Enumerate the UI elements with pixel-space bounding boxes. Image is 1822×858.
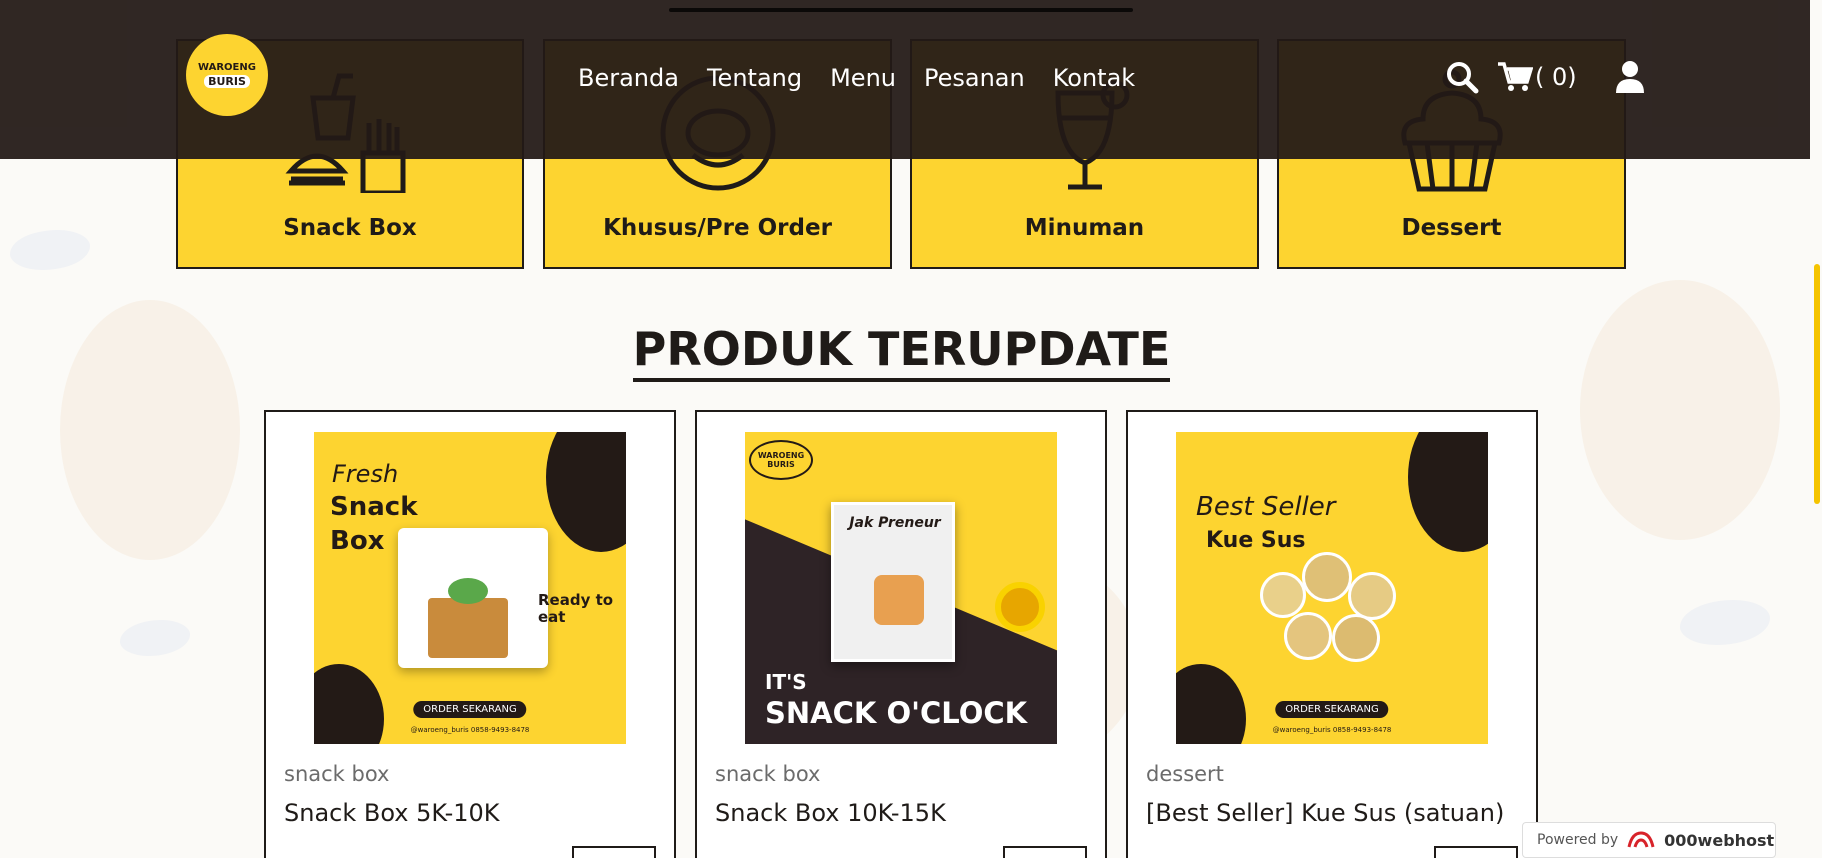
search-icon[interactable] [1445, 60, 1479, 94]
image-text: ORDER SEKARANG [413, 701, 527, 718]
product-image[interactable]: Fresh Snack Box Ready to eat ORDER SEKAR… [314, 432, 626, 744]
image-text: @waroeng_buris 0858-9493-8478 [410, 726, 530, 734]
image-text: SNACK O'CLOCK [765, 696, 1028, 730]
powered-brand: 000webhost [1664, 830, 1775, 850]
product-button[interactable] [1434, 846, 1518, 858]
section-title: PRODUK TERUPDATE [0, 322, 1803, 382]
snack-box-photo: Jak Preneur [831, 502, 955, 662]
image-text: Kue Sus [1206, 528, 1306, 553]
cart-icon [1498, 62, 1533, 91]
product-category: snack box [284, 762, 390, 786]
image-text: ORDER SEKARANG [1275, 701, 1389, 718]
site-logo[interactable]: WAROENG BURIS [186, 34, 268, 116]
user-icon[interactable] [1615, 60, 1645, 94]
nav-kontak[interactable]: Kontak [1053, 64, 1135, 92]
product-button[interactable] [1003, 846, 1087, 858]
product-card[interactable]: Best Seller Kue Sus ORDER SEKARANG @waro… [1126, 410, 1538, 858]
image-text: @waroeng_buris 0858-9493-8478 [1272, 726, 1392, 734]
snack-box-photo [398, 528, 548, 668]
nav-beranda[interactable]: Beranda [578, 64, 679, 92]
image-text: Fresh [332, 460, 399, 488]
product-card[interactable]: Fresh Snack Box Ready to eat ORDER SEKAR… [264, 410, 676, 858]
product-name[interactable]: Snack Box 10K-15K [715, 799, 946, 827]
bg-blob [1580, 280, 1780, 540]
product-category: dessert [1146, 762, 1224, 786]
sunflower-shape [995, 582, 1045, 632]
image-text: Best Seller [1196, 492, 1336, 522]
nav-tentang[interactable]: Tentang [707, 64, 802, 92]
image-text: IT'S [765, 670, 807, 694]
image-shape [546, 432, 626, 552]
product-category: snack box [715, 762, 821, 786]
product-card[interactable]: WAROENG BURIS Jak Preneur IT'S SNACK O'C… [695, 410, 1107, 858]
bg-leaf [10, 230, 90, 270]
product-image[interactable]: Best Seller Kue Sus ORDER SEKARANG @waro… [1176, 432, 1488, 744]
bg-leaf [1680, 600, 1770, 645]
category-label: Khusus/Pre Order [603, 215, 832, 241]
webhost-logo-icon [1627, 831, 1655, 848]
header-actions: ( 0) [1445, 60, 1645, 94]
nav-pesanan[interactable]: Pesanan [924, 64, 1025, 92]
product-image[interactable]: WAROENG BURIS Jak Preneur IT'S SNACK O'C… [745, 432, 1057, 744]
site-header: WAROENG BURIS Beranda Tentang Menu Pesan… [0, 0, 1810, 159]
cart-button[interactable]: ( 0) [1497, 61, 1577, 93]
nav-menu[interactable]: Menu [830, 64, 896, 92]
image-text: Ready to eat [538, 591, 614, 626]
product-name[interactable]: [Best Seller] Kue Sus (satuan) [1146, 799, 1504, 827]
image-text: BURIS [767, 460, 795, 469]
image-shape [1408, 432, 1488, 552]
image-logo: WAROENG BURIS [749, 440, 813, 480]
section-title-text: PRODUK TERUPDATE [632, 322, 1171, 382]
cart-count: ( 0) [1535, 63, 1577, 91]
main-nav: Beranda Tentang Menu Pesanan Kontak [578, 64, 1135, 92]
image-text: Snack [330, 492, 418, 522]
logo-text: WAROENG [198, 62, 256, 73]
product-button[interactable] [572, 846, 656, 858]
top-divider [669, 8, 1133, 12]
kue-sus-photo [1260, 552, 1410, 670]
bg-leaf [120, 620, 190, 656]
category-label: Minuman [1024, 215, 1145, 241]
logo-text: BURIS [204, 75, 250, 88]
image-text: WAROENG [757, 451, 805, 460]
image-text: Box [330, 526, 385, 556]
powered-by-badge[interactable]: Powered by 000webhost [1522, 822, 1776, 858]
product-name[interactable]: Snack Box 5K-10K [284, 799, 500, 827]
category-label: Snack Box [283, 215, 417, 241]
category-label: Dessert [1401, 215, 1502, 241]
image-text: Jak Preneur [849, 515, 941, 531]
scrollbar-thumb[interactable] [1814, 264, 1820, 504]
scrollbar[interactable] [1810, 0, 1822, 858]
powered-by-text: Powered by [1537, 832, 1619, 848]
